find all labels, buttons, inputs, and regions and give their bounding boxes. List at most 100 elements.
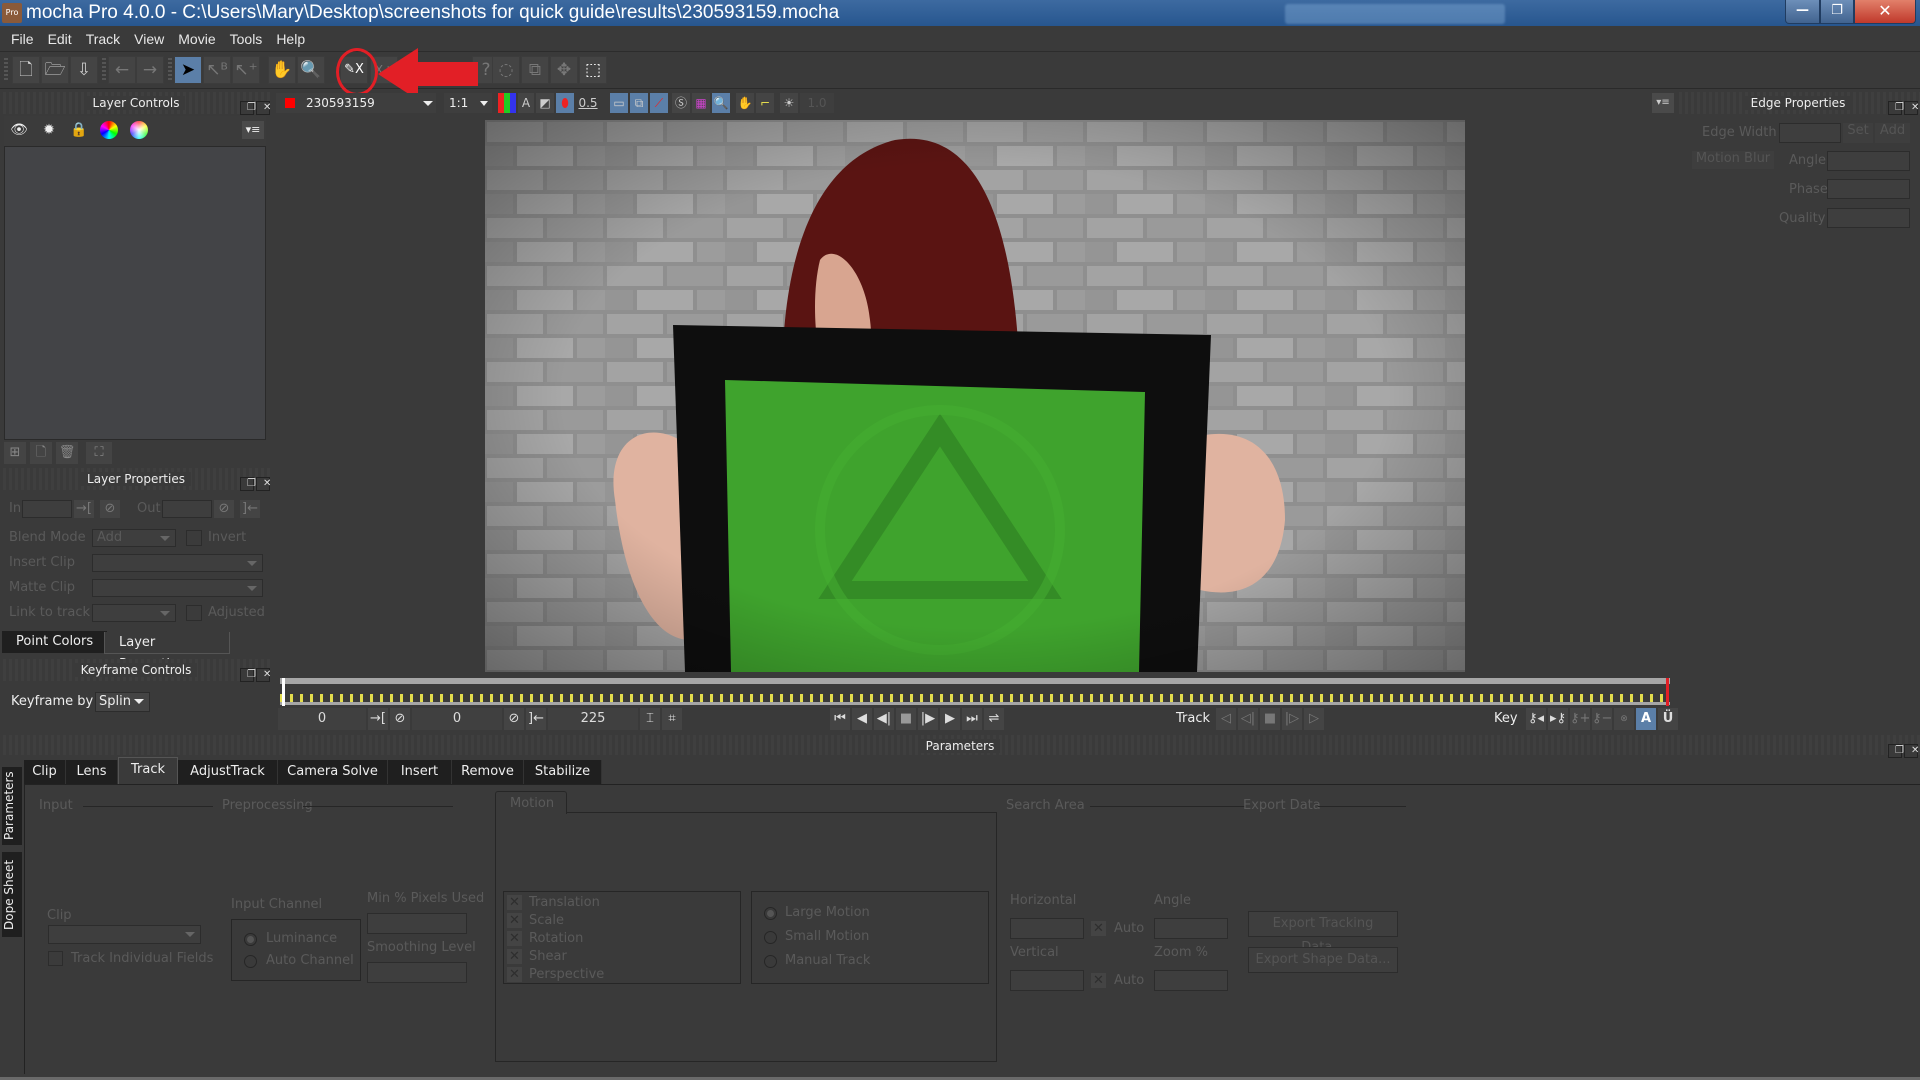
close-button[interactable]: ✕ (1854, 0, 1916, 24)
magnifier-overlay-icon[interactable]: 🔍 (712, 93, 730, 113)
tab-stabilize[interactable]: Stabilize (524, 760, 602, 784)
timeline-ruler[interactable] (280, 678, 1670, 708)
float-panel-icon[interactable]: ❐ (240, 477, 256, 491)
rotation-checkbox[interactable]: ✕ (507, 931, 522, 946)
select-tool-icon[interactable]: ➤ (174, 56, 202, 84)
zoom-magnifier-icon[interactable]: 🔍 (297, 56, 325, 84)
horizontal-auto-checkbox[interactable]: ✕ (1091, 921, 1106, 936)
scale-checkbox[interactable]: ✕ (507, 913, 522, 928)
translation-checkbox[interactable]: ✕ (507, 895, 522, 910)
keyframe-by-select[interactable]: Splin (95, 692, 150, 712)
large-motion-radio[interactable] (764, 907, 777, 920)
vertical-auto-checkbox[interactable]: ✕ (1091, 973, 1106, 988)
motion-tab[interactable]: Motion (495, 791, 567, 814)
tab-remove[interactable]: Remove (452, 760, 524, 784)
close-panel-icon[interactable]: ✕ (1904, 744, 1919, 758)
menu-tools[interactable]: Tools (223, 26, 270, 52)
set-in-icon[interactable]: →[ (74, 500, 94, 518)
menu-file[interactable]: File (4, 26, 41, 52)
alpha-toggle[interactable]: A (518, 93, 534, 113)
tab-clip[interactable]: Clip (24, 760, 66, 784)
float-panel-icon[interactable]: ❐ (240, 101, 256, 115)
zoom-timeline-icon[interactable]: ⌶ (640, 708, 660, 730)
track-step-backward-icon[interactable]: ◁| (1238, 708, 1258, 730)
step-backward-icon[interactable]: ◀| (874, 708, 894, 730)
close-panel-icon[interactable]: ✕ (256, 477, 271, 491)
clip-select[interactable]: 230593159 (276, 93, 436, 113)
edge-width-field[interactable] (1779, 123, 1841, 143)
close-panel-icon[interactable]: ✕ (1904, 101, 1919, 115)
save-project-icon[interactable]: ⇩ (70, 56, 98, 84)
clear-in-point-icon[interactable]: ⊘ (390, 708, 410, 730)
new-project-icon[interactable]: 🗋 (12, 56, 40, 84)
overlay-opacity-value[interactable]: 0.5 (576, 93, 600, 113)
track-hand-icon[interactable]: ✋ (736, 93, 754, 113)
small-motion-radio[interactable] (764, 931, 777, 944)
blend-mode-select[interactable]: Add (92, 529, 176, 547)
tab-layer-properties[interactable]: Layer Properties (104, 632, 230, 672)
export-tracking-data-button[interactable]: Export Tracking Data... (1248, 911, 1398, 955)
angle-field[interactable] (1827, 151, 1910, 171)
toolbar-grip[interactable] (168, 58, 172, 82)
spline-overlay-icon[interactable]: ⟋ (650, 93, 668, 113)
cog-icon[interactable]: ✹ (40, 121, 58, 139)
new-group-icon[interactable]: ⊞ (4, 442, 26, 464)
out-frame-field[interactable]: 225 (548, 708, 638, 730)
quality-field[interactable] (1827, 208, 1910, 228)
toolbar-grip[interactable] (102, 58, 106, 82)
spectrum-icon[interactable] (130, 121, 148, 139)
float-panel-icon[interactable]: ❐ (240, 668, 256, 682)
play-forward-icon[interactable]: ▶ (940, 708, 960, 730)
menu-track[interactable]: Track (79, 26, 127, 52)
invert-checkbox[interactable] (186, 530, 202, 546)
min-pixels-field[interactable] (367, 913, 467, 934)
track-backward-icon[interactable]: ◁ (1216, 708, 1236, 730)
duplicate-layer-icon[interactable]: 🗋 (30, 442, 52, 464)
rotate-spline-icon[interactable]: ◌ (492, 56, 520, 84)
horizontal-field[interactable] (1010, 918, 1084, 939)
select-bezier-icon[interactable]: ↖ᴮ (203, 56, 231, 84)
matte-paint-icon[interactable]: ⬮ (556, 93, 574, 113)
zoom-select[interactable]: 1:1 (444, 93, 492, 113)
export-shape-data-button[interactable]: Export Shape Data... (1248, 947, 1398, 973)
track-step-forward-icon[interactable]: |▷ (1282, 708, 1302, 730)
delete-keyframe-icon[interactable]: ⚷− (1592, 708, 1612, 730)
play-backward-icon[interactable]: ◀ (852, 708, 872, 730)
brightness-icon[interactable]: ☀ (780, 93, 798, 113)
go-to-start-icon[interactable]: ⏮ (830, 708, 850, 730)
trace-icon[interactable]: ⌐ (756, 93, 774, 113)
perspective-checkbox[interactable]: ✕ (507, 967, 522, 982)
prev-keyframe-icon[interactable]: ⚷◂ (1526, 708, 1546, 730)
clear-out-point-icon[interactable]: ⊘ (504, 708, 524, 730)
step-forward-icon[interactable]: |▶ (918, 708, 938, 730)
search-angle-field[interactable] (1154, 918, 1228, 939)
link-to-track-select[interactable] (92, 604, 176, 622)
scale-icon[interactable]: ⧉ (521, 56, 549, 84)
shear-checkbox[interactable]: ✕ (507, 949, 522, 964)
redo-icon[interactable]: → (136, 56, 164, 84)
color-wheel-icon[interactable] (100, 121, 118, 139)
tab-point-colors[interactable]: Point Colors (2, 631, 108, 653)
in-field[interactable] (22, 500, 72, 518)
lock-icon[interactable]: 🔒 (70, 121, 88, 139)
overlay-toggle-icon[interactable]: ◩ (536, 93, 554, 113)
autokey-icon[interactable]: A (1636, 708, 1656, 730)
track-forward-icon[interactable]: ▷ (1304, 708, 1324, 730)
track-stop-icon[interactable]: ■ (1260, 708, 1280, 730)
maximize-button[interactable]: ❐ (1820, 0, 1854, 24)
clear-in-icon[interactable]: ⊘ (100, 500, 120, 518)
side-tab-dope-sheet[interactable]: Dope Sheet (2, 852, 22, 937)
select-region-icon[interactable]: ⬚ (579, 56, 607, 84)
visibility-eye-icon[interactable]: 👁 (10, 121, 28, 139)
clear-out-icon[interactable]: ⊘ (214, 500, 234, 518)
layer-list[interactable] (4, 146, 266, 440)
delete-all-keyframes-icon[interactable]: ⊗ (1614, 708, 1634, 730)
smoothing-level-field[interactable] (367, 962, 467, 983)
out-field[interactable] (162, 500, 212, 518)
out-point-marker[interactable] (1666, 678, 1669, 706)
tab-lens[interactable]: Lens (66, 760, 118, 784)
minimize-button[interactable]: — (1785, 0, 1820, 24)
tab-camera-solve[interactable]: Camera Solve (278, 760, 388, 784)
tab-adjusttrack[interactable]: AdjustTrack (178, 760, 278, 784)
set-in-point-icon[interactable]: →[ (368, 708, 388, 730)
